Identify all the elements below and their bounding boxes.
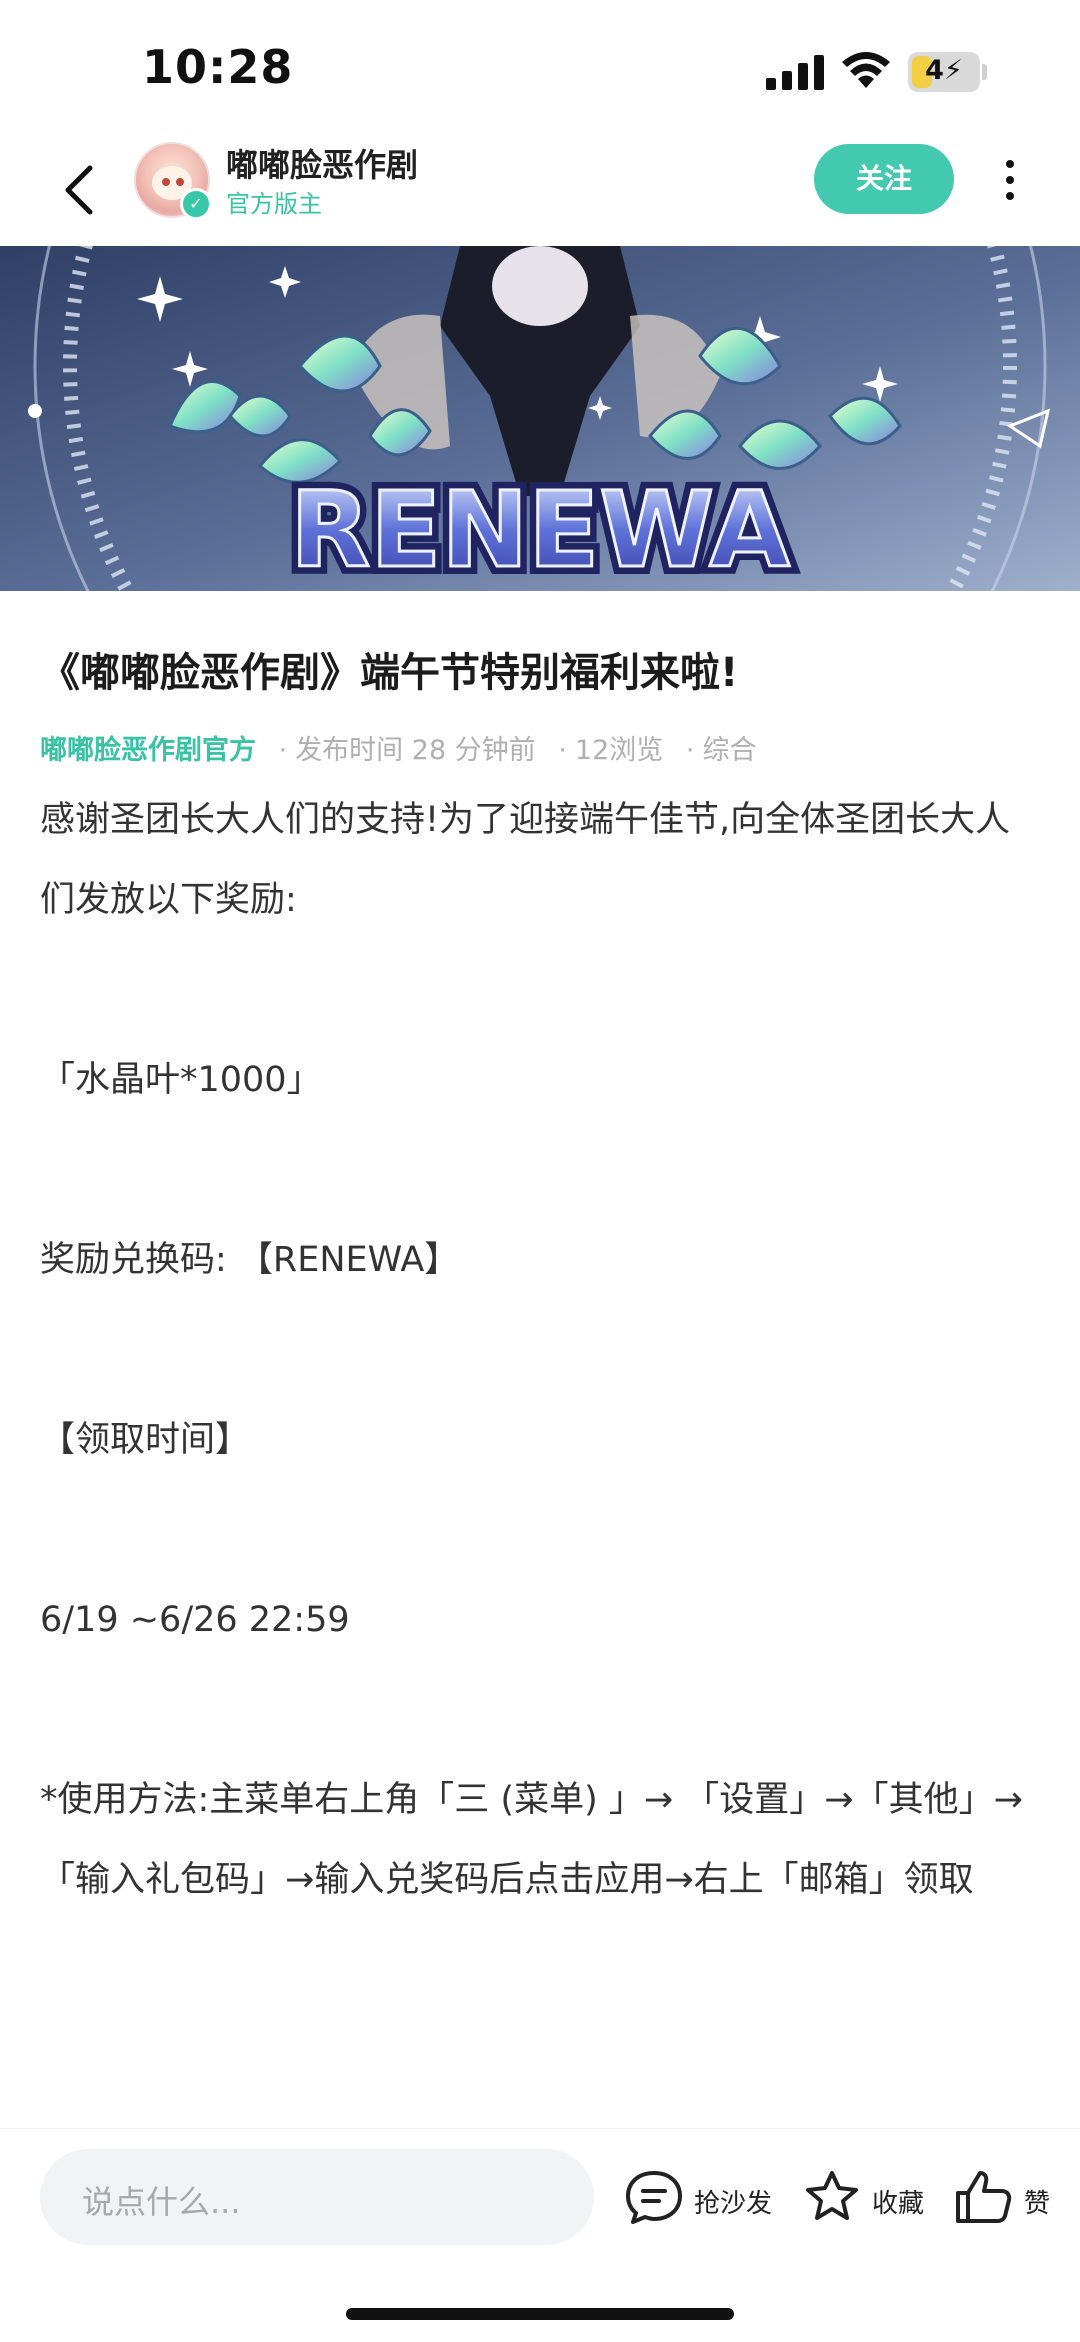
meta-separator: · [685,735,695,766]
post-source[interactable]: 嘟嘟脸恶作剧官方 [40,735,256,766]
follow-button[interactable]: 关注 [814,144,954,214]
like-label: 赞 [1024,2189,1051,2219]
banner-text: RENEWA [290,469,790,591]
back-icon[interactable] [54,154,114,226]
author-role-badge: 官方版主 [226,190,322,218]
post-views: 12浏览 [574,735,664,766]
content-paragraph: 奖励兑换码: 【RENEWA】 [40,1240,460,1280]
comment-placeholder: 说点什么... [82,2183,241,2221]
star-icon [806,2171,858,2220]
more-options-icon[interactable] [996,152,1024,208]
sofa-label: 抢沙发 [694,2189,773,2219]
author-name[interactable]: 嘟嘟脸恶作剧 [226,140,418,186]
verified-badge-icon: ✓ [180,188,212,220]
sofa-comment-button[interactable]: 抢沙发 [624,2155,774,2239]
content-paragraph: *使用方法:主菜单右上角「三 (菜单) 」→ 「设置」→「其他」→「输入礼包码」… [40,1780,1023,1900]
thumbs-up-icon [956,2171,1012,2223]
post-meta: 嘟嘟脸恶作剧官方 · 发布时间 28 分钟前 · 12浏览 · 综合 [40,728,756,767]
charging-bolt-icon: ⚡ [943,55,963,86]
content-paragraph: 「水晶叶*1000」 [40,1060,322,1100]
wifi-icon [842,52,890,88]
comment-bubble-icon [626,2171,682,2224]
battery-icon: 4⚡ [908,52,980,92]
status-bar: 10:28 4⚡ [0,0,1080,130]
battery-level: 4 [925,55,944,86]
favorite-label: 收藏 [872,2189,925,2219]
post-title: 《嘟嘟脸恶作剧》端午节特别福利来啦! [40,650,739,696]
post-published-time: 发布时间 28 分钟前 [295,735,536,766]
favorite-button[interactable]: 收藏 [802,2155,932,2239]
post-header: ✓ 嘟嘟脸恶作剧 官方版主 关注 [0,130,1080,246]
signal-icon [766,54,824,90]
post-banner-image[interactable]: RENEWA RENEWA [0,246,1080,591]
content-paragraph: 感谢圣团长大人们的支持!为了迎接端午佳节,向全体圣团长大人们发放以下奖励: [40,800,1011,920]
post-content: 感谢圣团长大人们的支持!为了迎接端午佳节,向全体圣团长大人们发放以下奖励: 「水… [40,780,1040,1920]
post-category[interactable]: 综合 [702,735,756,766]
content-paragraph: 【领取时间】 [40,1420,251,1460]
home-indicator[interactable] [346,2308,734,2320]
like-button[interactable]: 赞 [954,2155,1054,2239]
status-time: 10:28 [142,40,294,94]
comment-input[interactable]: 说点什么... [40,2149,594,2245]
content-paragraph: 6/19 ~6/26 22:59 [40,1600,350,1640]
meta-separator: · [558,735,567,766]
meta-separator: · [278,735,288,766]
